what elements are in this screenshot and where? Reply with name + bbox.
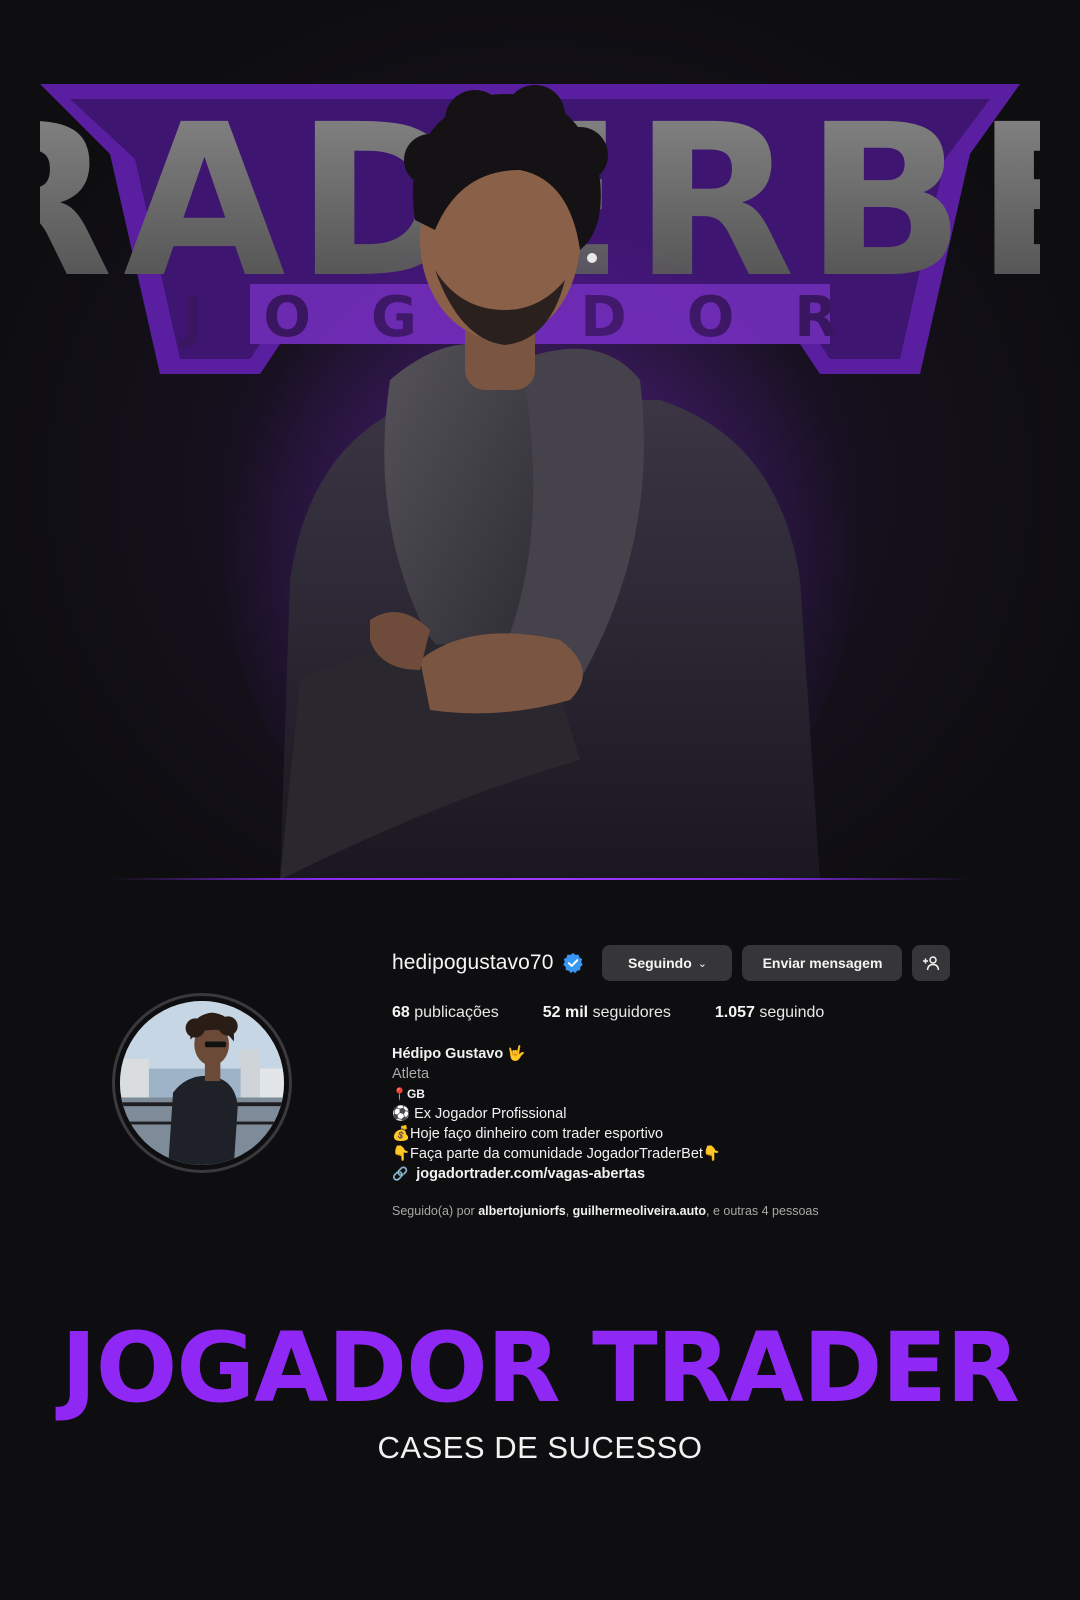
following-count: 1.057 bbox=[714, 1004, 755, 1021]
following-button-label: Seguindo bbox=[627, 955, 692, 971]
link-icon: 🔗 bbox=[392, 1166, 409, 1181]
bio-line-2: 💰Hoje faço dinheiro com trader esportivo bbox=[392, 1126, 664, 1142]
profile-header-row: hedipogustavo70 Seguindo ⌄ Enviar mensag… bbox=[392, 942, 1012, 984]
following-label: seguindo bbox=[759, 1004, 825, 1021]
followers-count: 52 mil bbox=[542, 1004, 589, 1021]
athlete-portrait bbox=[220, 85, 860, 880]
following-stat[interactable]: 1.057 seguindo bbox=[715, 1004, 824, 1022]
followers-label: seguidores bbox=[592, 1004, 671, 1021]
cases-subtitle: CASES DE SUCESSO bbox=[377, 1430, 703, 1465]
accent-divider-line bbox=[110, 878, 970, 880]
posts-label: publicações bbox=[414, 1004, 499, 1021]
posts-count: 68 bbox=[392, 1004, 410, 1021]
followed-by-user-1[interactable]: albertojuniorfs bbox=[478, 1204, 566, 1218]
avatar-photo bbox=[120, 1001, 284, 1165]
hero-section: TRADERBET JOGADOR bbox=[0, 0, 1080, 880]
bio-location: 📍GB bbox=[392, 1087, 425, 1101]
posts-stat: 68 publicações bbox=[392, 1004, 499, 1022]
add-person-button[interactable] bbox=[912, 945, 951, 981]
profile-stats: 68 publicações 52 mil seguidores 1.057 s… bbox=[392, 1004, 1012, 1022]
verified-badge-icon bbox=[563, 952, 584, 974]
followed-by-prefix: Seguido(a) por bbox=[392, 1204, 475, 1218]
followers-stat[interactable]: 52 mil seguidores bbox=[543, 1004, 671, 1022]
bio-link-row[interactable]: 🔗 jogadortrader.com/vagas-abertas bbox=[392, 1164, 1012, 1184]
profile-info: hedipogustavo70 Seguindo ⌄ Enviar mensag… bbox=[392, 942, 1012, 1218]
following-button[interactable]: Seguindo ⌄ bbox=[602, 945, 733, 981]
followed-by-suffix[interactable]: , e outras 4 pessoas bbox=[706, 1204, 819, 1218]
send-message-button[interactable]: Enviar mensagem bbox=[742, 945, 903, 981]
bio-link[interactable]: jogadortrader.com/vagas-abertas bbox=[416, 1166, 645, 1182]
followed-by-user-2[interactable]: guilhermeoliveira.auto bbox=[573, 1204, 706, 1218]
category-label: Atleta bbox=[392, 1066, 430, 1082]
chevron-down-icon: ⌄ bbox=[697, 957, 707, 970]
add-person-icon bbox=[923, 956, 940, 971]
profile-bio: Hédipo Gustavo 🤟 Atleta 📍GB ⚽ Ex Jogador… bbox=[392, 1044, 1012, 1184]
username[interactable]: hedipogustavo70 bbox=[392, 951, 553, 975]
profile-avatar[interactable] bbox=[112, 993, 292, 1173]
bio-line-3: 👇Faça parte da comunidade JogadorTraderB… bbox=[392, 1146, 721, 1162]
jogador-trader-title: JOGADOR TRADER bbox=[61, 1312, 1020, 1424]
bio-line-1: ⚽ Ex Jogador Profissional bbox=[392, 1106, 567, 1122]
followed-by: Seguido(a) por albertojuniorfs, guilherm… bbox=[392, 1204, 819, 1218]
display-name: Hédipo Gustavo 🤟 bbox=[392, 1046, 526, 1062]
